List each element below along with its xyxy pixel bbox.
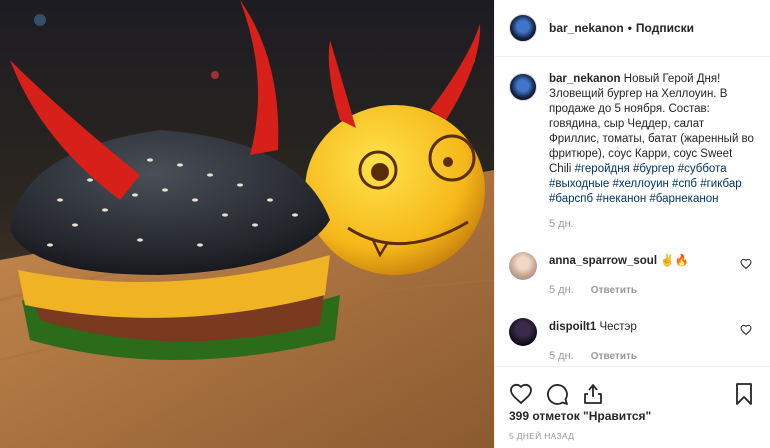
reply-button[interactable]: Ответить: [591, 351, 637, 362]
comment-icon[interactable]: [545, 382, 569, 406]
caption-time[interactable]: 5 дн.: [549, 217, 756, 232]
hashtag-link[interactable]: #барспб: [549, 193, 593, 205]
post-time[interactable]: 5 ДНЕЙ НАЗАД: [495, 431, 770, 441]
separator-dot: •: [627, 21, 632, 35]
action-bar: 399 отметок "Нравится" 5 ДНЕЙ НАЗАД: [495, 366, 770, 448]
likes-count[interactable]: 399 отметок "Нравится": [495, 409, 770, 423]
hashtag-link[interactable]: #неканон: [596, 193, 646, 205]
comment-time[interactable]: 5 дн.: [549, 284, 574, 296]
comment-text: ✌🔥: [660, 255, 689, 267]
avatar[interactable]: [509, 318, 537, 346]
caption-text: bar_nekanon Новый Герой Дня! Зловещий бу…: [549, 72, 756, 232]
hashtag-link[interactable]: #суббота: [678, 163, 727, 175]
post-sidebar: bar_nekanon • Подписки bar_nekanon Новый…: [494, 0, 770, 448]
comment-time[interactable]: 5 дн.: [549, 350, 574, 362]
following-button[interactable]: Подписки: [636, 21, 694, 35]
comment-meta: 5 дн. Ответить: [549, 349, 739, 364]
action-icons: [495, 367, 770, 411]
avatar[interactable]: [509, 14, 537, 42]
comment-username[interactable]: dispoilt1: [549, 321, 596, 333]
hashtag-link[interactable]: #выходные: [549, 178, 609, 190]
caption-username[interactable]: bar_nekanon: [549, 73, 621, 85]
post-header: bar_nekanon • Подписки: [495, 0, 770, 57]
comment-body: dispoilt1 Честэр 5 дн. Ответить: [549, 320, 739, 364]
comment-body: anna_sparrow_soul ✌🔥 5 дн. Ответить: [549, 254, 739, 298]
avatar[interactable]: [509, 252, 537, 280]
comment-text: Честэр: [599, 321, 637, 333]
comments-section[interactable]: bar_nekanon Новый Герой Дня! Зловещий бу…: [509, 72, 756, 366]
comment-item: dispoilt1 Честэр 5 дн. Ответить: [509, 318, 756, 364]
hashtag-link[interactable]: #геройдня: [575, 163, 630, 175]
share-icon[interactable]: [581, 382, 605, 406]
caption-body: Новый Герой Дня! Зловещий бургер на Хелл…: [549, 73, 754, 175]
hashtag-link[interactable]: #спб: [672, 178, 697, 190]
burger-photo: [0, 0, 494, 448]
reply-button[interactable]: Ответить: [591, 285, 637, 296]
header-username[interactable]: bar_nekanon: [549, 21, 624, 35]
hashtag-link[interactable]: #бургер: [633, 163, 674, 175]
bookmark-icon[interactable]: [732, 382, 756, 406]
comment-username[interactable]: anna_sparrow_soul: [549, 255, 657, 267]
hashtag-link[interactable]: #хеллоуин: [612, 178, 668, 190]
comment-meta: 5 дн. Ответить: [549, 283, 739, 298]
comment-item: anna_sparrow_soul ✌🔥 5 дн. Ответить: [509, 252, 756, 298]
post-photo[interactable]: [0, 0, 494, 448]
avatar[interactable]: [509, 73, 537, 101]
caption: bar_nekanon Новый Герой Дня! Зловещий бу…: [509, 72, 756, 232]
hashtag-link[interactable]: #гикбар: [700, 178, 741, 190]
hashtag-link[interactable]: #барнеканон: [649, 193, 718, 205]
heart-icon[interactable]: [509, 382, 533, 406]
like-comment-heart-icon[interactable]: [740, 258, 752, 270]
like-comment-heart-icon[interactable]: [740, 324, 752, 336]
